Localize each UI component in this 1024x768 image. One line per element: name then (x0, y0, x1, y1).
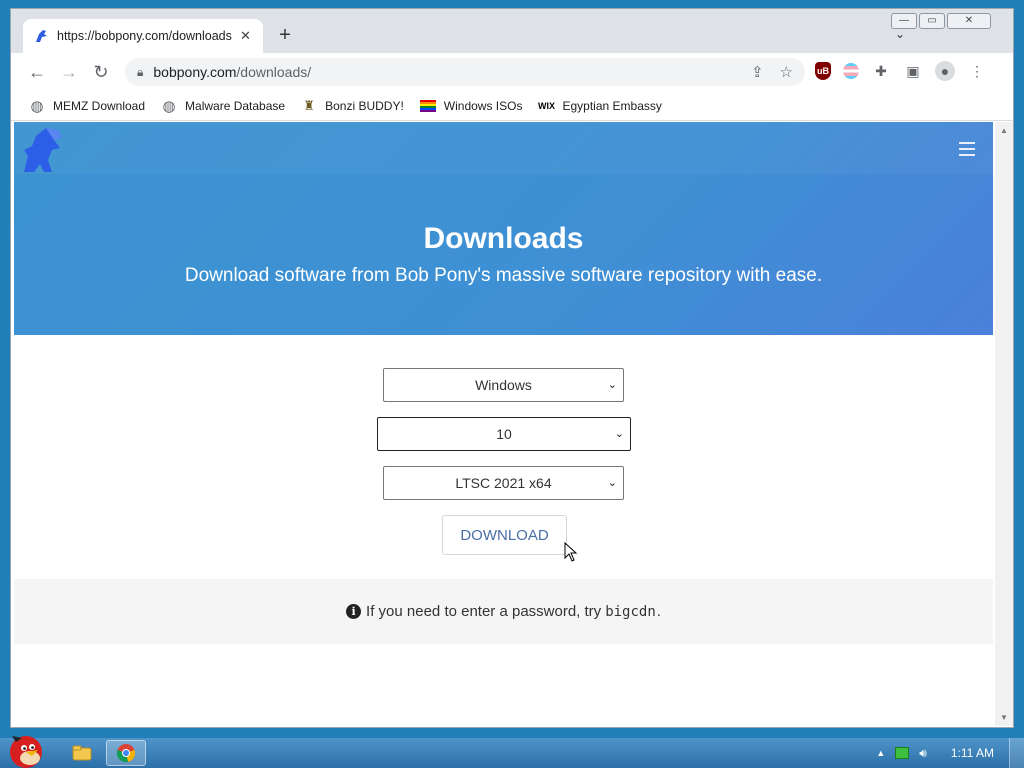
bobpony-favicon-icon (36, 30, 47, 42)
close-window-button[interactable]: ✕ (947, 13, 991, 29)
password-info-band: i If you need to enter a password, try b… (14, 579, 993, 644)
bonzi-icon: ♜ (303, 97, 315, 113)
bookmark-windows-isos[interactable]: Windows ISOs (419, 99, 522, 113)
extensions-area: uB ✚ ▣ ● ⋮ (815, 61, 987, 81)
ublock-origin-icon[interactable]: uB (815, 62, 831, 80)
reload-button[interactable]: ↻ (85, 62, 117, 83)
system-tray: ▲ 🔊︎ 1:11 AM (876, 738, 994, 768)
edition-select[interactable]: LTSC 2021 x64 ⌄ (383, 466, 624, 500)
address-bar[interactable]: 🔒︎ bobpony.com/downloads/ ⇪ ☆ (125, 58, 805, 86)
url-text[interactable]: bobpony.com/downloads/ (153, 64, 751, 80)
kebab-menu-icon[interactable]: ⋮ (967, 61, 987, 81)
chevron-down-icon: ⌄ (607, 477, 617, 489)
active-tab[interactable]: https://bobpony.com/downloads ✕ (23, 19, 263, 53)
bookmarks-bar: ◍ MEMZ Download ◍ Malware Database ♜ Bon… (11, 91, 1013, 121)
trans-flag-extension-icon[interactable] (843, 63, 859, 79)
taskbar-clock[interactable]: 1:11 AM (951, 746, 994, 760)
bookmark-star-icon[interactable]: ☆ (780, 63, 793, 81)
bookmark-bonzi-buddy[interactable]: ♜ Bonzi BUDDY! (301, 98, 404, 114)
version-select[interactable]: 10 ⌄ (377, 417, 631, 451)
os-select[interactable]: Windows ⌄ (383, 368, 624, 402)
tray-expand-icon[interactable]: ▲ (876, 748, 885, 758)
globe-icon: ◍ (162, 97, 176, 115)
folder-icon (72, 745, 92, 761)
bobpony-logo-icon[interactable] (18, 126, 64, 174)
download-button[interactable]: DOWNLOAD (442, 515, 567, 555)
mouse-cursor-icon (564, 542, 578, 562)
page-subtitle: Download software from Bob Pony's massiv… (184, 265, 823, 286)
scroll-down-icon[interactable]: ▼ (1000, 713, 1008, 722)
page-viewport: Downloads Download software from Bob Pon… (14, 122, 993, 726)
page-title: Downloads (423, 222, 584, 255)
new-tab-button[interactable]: + (275, 25, 295, 45)
hero-banner: Downloads Download software from Bob Pon… (14, 122, 993, 335)
page-scrollbar[interactable]: ▲ ▼ (995, 122, 1013, 726)
globe-icon: ◍ (30, 97, 44, 115)
forward-button[interactable]: → (53, 62, 85, 83)
lock-icon: 🔒︎ (137, 64, 144, 79)
rainbow-flag-icon (419, 99, 436, 112)
share-icon[interactable]: ⇪ (751, 63, 764, 81)
restore-button[interactable]: ▭ (919, 13, 945, 29)
back-button[interactable]: ← (21, 62, 53, 83)
profile-avatar-icon[interactable]: ● (935, 61, 955, 81)
tab-strip: https://bobpony.com/downloads ✕ + ⌄ — ▭ … (11, 9, 1013, 53)
start-button-angry-bird-icon[interactable] (2, 730, 48, 768)
browser-toolbar: ← → ↻ 🔒︎ bobpony.com/downloads/ ⇪ ☆ uB ✚… (11, 53, 1013, 91)
password-code: bigcdn (605, 603, 656, 620)
side-panel-icon[interactable]: ▣ (903, 61, 923, 81)
puzzle-extensions-icon[interactable]: ✚ (871, 61, 891, 81)
bookmark-egyptian-embassy[interactable]: WIX Egyptian Embassy (537, 98, 662, 114)
taskbar-chrome-button[interactable] (106, 740, 146, 766)
scroll-up-icon[interactable]: ▲ (1000, 126, 1008, 135)
bookmark-memz[interactable]: ◍ MEMZ Download (29, 97, 145, 115)
info-icon: i (346, 604, 362, 619)
taskbar-explorer-button[interactable] (62, 740, 102, 766)
wix-icon: WIX (537, 100, 555, 111)
hamburger-menu-icon[interactable] (959, 142, 975, 160)
volume-icon[interactable]: 🔊︎ (919, 746, 927, 761)
chevron-down-icon: ⌄ (614, 428, 624, 440)
browser-window: https://bobpony.com/downloads ✕ + ⌄ — ▭ … (10, 8, 1014, 728)
show-desktop-button[interactable] (1009, 738, 1024, 768)
chevron-down-icon: ⌄ (607, 379, 617, 391)
network-icon[interactable] (895, 747, 910, 759)
taskbar: ▲ 🔊︎ 1:11 AM (0, 736, 1024, 768)
tab-close-icon[interactable]: ✕ (240, 28, 251, 44)
tab-title: https://bobpony.com/downloads (57, 29, 232, 43)
site-navbar (14, 122, 993, 174)
tab-search-chevron-icon[interactable]: ⌄ (895, 27, 905, 41)
window-controls: — ▭ ✕ (891, 13, 991, 29)
minimize-button[interactable]: — (891, 13, 917, 29)
chrome-icon (116, 744, 136, 763)
bookmark-malware-database[interactable]: ◍ Malware Database (161, 97, 285, 115)
